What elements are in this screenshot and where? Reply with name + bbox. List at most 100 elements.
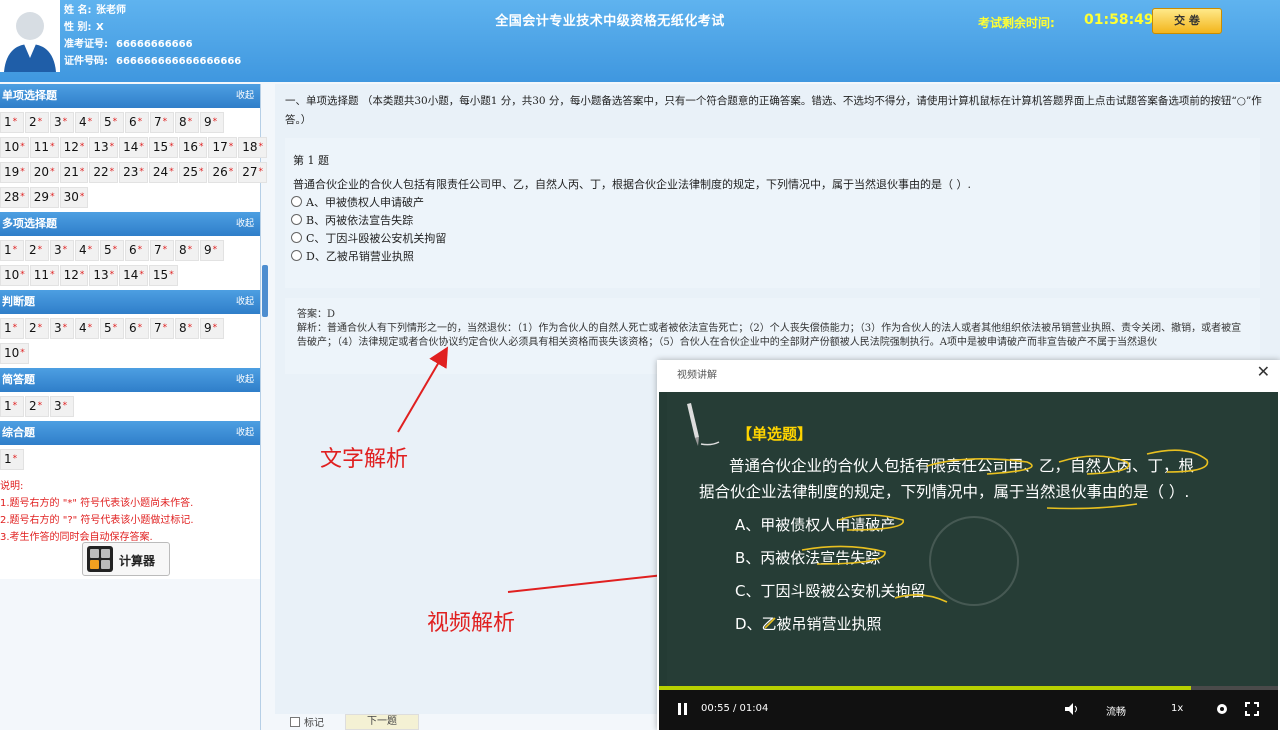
close-icon[interactable]: ✕ — [1257, 362, 1270, 381]
question-number-button[interactable]: 27* — [238, 162, 268, 183]
question-number-button[interactable]: 30* — [59, 187, 89, 208]
question-number-button[interactable]: 6* — [125, 240, 149, 261]
question-number-button[interactable]: 5* — [100, 240, 124, 261]
section-title: 多项选择题 — [2, 217, 57, 230]
question-number-button[interactable]: 1* — [0, 318, 24, 339]
calculator-button[interactable]: 计算器 — [82, 542, 170, 576]
question-number-button[interactable]: 14* — [119, 137, 148, 158]
unanswered-mark-icon: * — [228, 167, 234, 177]
question-number-button[interactable]: 28* — [0, 187, 29, 208]
question-number-button[interactable]: 8* — [175, 318, 199, 339]
question-number-button[interactable]: 7* — [150, 112, 174, 133]
section-collapse-button[interactable]: 收起 — [236, 421, 254, 445]
video-blackboard: 【单选题】 普通合伙企业的合伙人包括有限责任公司甲、乙，自然人丙、丁，根 据合伙… — [667, 392, 1270, 688]
section-collapse-button[interactable]: 收起 — [236, 212, 254, 236]
gender-label: 性 别: — [64, 22, 92, 33]
question-number-button[interactable]: 5* — [100, 112, 124, 133]
option-d[interactable]: D、乙被吊销营业执照 — [291, 248, 414, 264]
id-label: 证件号码: — [64, 56, 108, 67]
quality-button[interactable]: 流畅 — [1106, 703, 1126, 718]
mark-checkbox[interactable] — [290, 717, 300, 727]
section-collapse-button[interactable]: 收起 — [236, 290, 254, 314]
question-number-button[interactable]: 13* — [89, 137, 119, 158]
question-number-button[interactable]: 21* — [59, 162, 89, 183]
question-number-button[interactable]: 14* — [119, 265, 148, 286]
question-number-button[interactable]: 17* — [208, 137, 238, 158]
question-number-button[interactable]: 26* — [208, 162, 238, 183]
question-number-button[interactable]: 2* — [25, 112, 49, 133]
question-number-button[interactable]: 4* — [75, 240, 99, 261]
section-collapse-button[interactable]: 收起 — [236, 368, 254, 392]
unanswered-mark-icon: * — [169, 167, 174, 177]
question-number-button[interactable]: 4* — [75, 318, 99, 339]
question-number-button[interactable]: 25* — [178, 162, 208, 183]
question-number-button[interactable]: 29* — [29, 187, 59, 208]
question-number-button[interactable]: 10* — [0, 343, 29, 364]
mark-toggle[interactable]: 标记 — [290, 714, 324, 730]
question-number-label: 9 — [204, 243, 212, 257]
fullscreen-icon[interactable] — [1245, 702, 1259, 719]
question-number-button[interactable]: 1* — [0, 240, 24, 261]
volume-icon[interactable] — [1064, 702, 1080, 719]
question-number-button[interactable]: 7* — [150, 318, 174, 339]
next-question-button[interactable]: 下一题 — [345, 714, 419, 730]
question-number-button[interactable]: 2* — [25, 240, 49, 261]
question-number-button[interactable]: 2* — [25, 396, 49, 417]
question-number-button[interactable]: 3* — [50, 396, 74, 417]
question-number-button[interactable]: 6* — [125, 318, 149, 339]
unanswered-mark-icon: * — [187, 117, 193, 127]
question-number-button[interactable]: 3* — [50, 112, 74, 133]
radio-icon[interactable] — [291, 196, 302, 207]
question-number-button[interactable]: 23* — [119, 162, 148, 183]
question-number-button[interactable]: 11* — [29, 265, 59, 286]
question-number-button[interactable]: 9* — [200, 112, 224, 133]
video-screen[interactable]: 【单选题】 普通合伙企业的合伙人包括有限责任公司甲、乙，自然人丙、丁，根 据合伙… — [659, 392, 1278, 688]
radio-icon[interactable] — [291, 232, 302, 243]
question-number-label: 15 — [152, 140, 169, 154]
pause-icon[interactable] — [677, 702, 689, 719]
question-number-button[interactable]: 6* — [125, 112, 149, 133]
question-number-button[interactable]: 10* — [0, 265, 29, 286]
option-a[interactable]: A、甲被债权人申请破产 — [291, 194, 424, 210]
question-number-button[interactable]: 3* — [50, 318, 74, 339]
question-number-button[interactable]: 13* — [89, 265, 119, 286]
question-number-button[interactable]: 2* — [25, 318, 49, 339]
question-number-button[interactable]: 9* — [200, 318, 224, 339]
question-number-button[interactable]: 19* — [0, 162, 29, 183]
question-number-button[interactable]: 7* — [150, 240, 174, 261]
question-number-button[interactable]: 10* — [0, 137, 29, 158]
question-number-button[interactable]: 18* — [238, 137, 268, 158]
question-number-button[interactable]: 20* — [29, 162, 59, 183]
question-number-button[interactable]: 5* — [100, 318, 124, 339]
radio-icon[interactable] — [291, 250, 302, 261]
question-number-button[interactable]: 1* — [0, 449, 24, 470]
question-number-button[interactable]: 15* — [148, 265, 178, 286]
speed-button[interactable]: 1x — [1171, 703, 1183, 714]
question-number-row: 10* — [0, 341, 260, 366]
unanswered-mark-icon: * — [87, 323, 93, 333]
question-number-label: 14 — [123, 140, 139, 154]
settings-icon[interactable] — [1215, 702, 1229, 719]
question-number-button[interactable]: 1* — [0, 396, 24, 417]
question-number-button[interactable]: 15* — [148, 137, 178, 158]
question-number-button[interactable]: 16* — [178, 137, 208, 158]
sidebar-collapse-handle[interactable] — [262, 265, 268, 317]
question-number-button[interactable]: 12* — [59, 265, 89, 286]
radio-icon[interactable] — [291, 214, 302, 225]
section-collapse-button[interactable]: 收起 — [236, 84, 254, 108]
question-number-button[interactable]: 3* — [50, 240, 74, 261]
question-number-button[interactable]: 12* — [59, 137, 89, 158]
submit-exam-button[interactable]: 交 卷 — [1152, 8, 1222, 34]
option-c[interactable]: C、丁因斗殴被公安机关拘留 — [291, 230, 446, 246]
question-number-button[interactable]: 4* — [75, 112, 99, 133]
question-number-button[interactable]: 9* — [200, 240, 224, 261]
question-number-button[interactable]: 24* — [148, 162, 178, 183]
question-number-button[interactable]: 1* — [0, 112, 24, 133]
question-number-label: 19 — [4, 165, 20, 179]
question-number-button[interactable]: 8* — [175, 112, 199, 133]
question-number-button[interactable]: 11* — [29, 137, 59, 158]
question-number-button[interactable]: 8* — [175, 240, 199, 261]
question-number-button[interactable]: 22* — [89, 162, 119, 183]
option-b[interactable]: B、丙被依法宣告失踪 — [291, 212, 413, 228]
question-number-label: 25 — [182, 165, 198, 179]
